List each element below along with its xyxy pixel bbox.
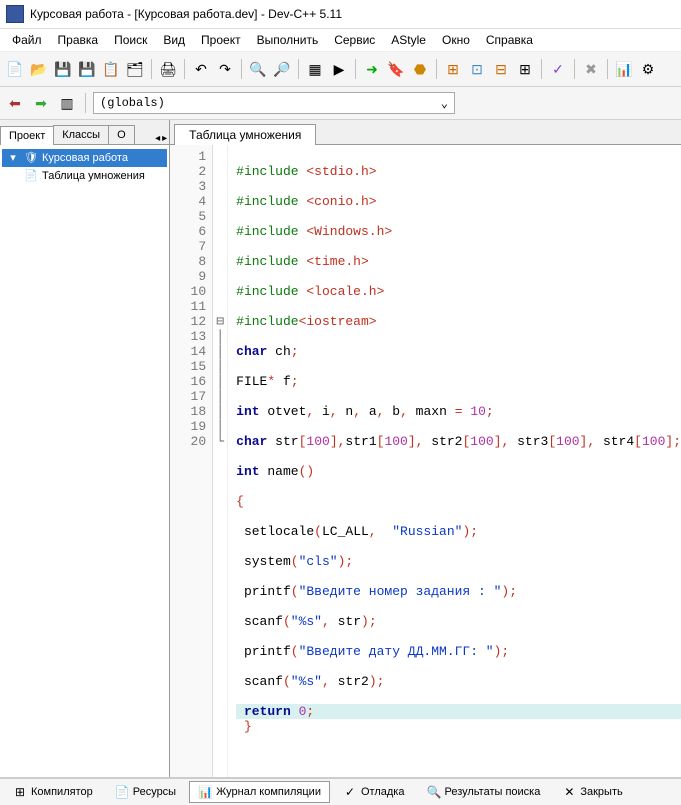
menu-bar: Файл Правка Поиск Вид Проект Выполнить С… [0, 29, 681, 52]
code-editor[interactable]: 1234567891011121314151617181920 ⊟│││││││… [170, 145, 681, 777]
grid-icon: ⊞ [13, 785, 27, 799]
bookmark-icon[interactable]: 🔖 [385, 58, 407, 80]
editor-area: Таблица умножения 1234567891011121314151… [170, 120, 681, 777]
tree-child-label: Таблица умножения [42, 170, 145, 182]
bottom-tab-compile-log[interactable]: 📊Журнал компиляции [189, 781, 330, 803]
find-icon: 🔍 [426, 785, 440, 799]
globals-dropdown[interactable]: (globals) ⌄ [93, 92, 455, 114]
toolbar-main: 📄 📂 💾 💾 📋 🗂 🖨 ↶ ↷ 🔍 🔎 ▦ ▶ ➜ 🔖 ⬣ ⊞ ⊡ ⊟ ⊞ … [0, 52, 681, 87]
toolbar-sub: ⬅ ➡ ▥ (globals) ⌄ [0, 87, 681, 120]
menu-view[interactable]: Вид [155, 31, 193, 49]
gear-icon[interactable]: ⚙ [637, 58, 659, 80]
bottom-tabs: ⊞Компилятор 📄Ресурсы 📊Журнал компиляции … [0, 777, 681, 805]
sidebar-tab-project[interactable]: Проект [0, 126, 54, 145]
chart-icon: 📊 [198, 785, 212, 799]
project-tree: ▾ 🛡 Курсовая работа 📄 Таблица умножения [0, 145, 169, 777]
new-file-icon[interactable]: 📄 [4, 58, 26, 80]
forward-icon[interactable]: ➡ [30, 92, 52, 114]
tab-right-icon[interactable]: ▸ [162, 133, 167, 144]
print-icon[interactable]: 🖨 [157, 58, 179, 80]
grid1-icon[interactable]: ⊞ [442, 58, 464, 80]
editor-tab[interactable]: Таблица умножения [174, 124, 316, 145]
replace-icon[interactable]: 🔎 [271, 58, 293, 80]
window-title: Курсовая работа - [Курсовая работа.dev] … [30, 7, 342, 21]
menu-project[interactable]: Проект [193, 31, 249, 49]
chevron-down-icon: ⌄ [441, 96, 448, 111]
menu-help[interactable]: Справка [478, 31, 541, 49]
file-icon: 📄 [24, 169, 38, 183]
save-all-icon[interactable]: 💾 [76, 58, 98, 80]
sidebar-tabs: Проект Классы О ◂ ▸ [0, 120, 169, 145]
run-icon[interactable]: ▶ [328, 58, 350, 80]
globals-label: (globals) [100, 96, 165, 110]
bottom-tab-search-results[interactable]: 🔍Результаты поиска [417, 781, 549, 803]
sidebar-tab-classes[interactable]: Классы [53, 125, 109, 144]
compile-icon[interactable]: ▦ [304, 58, 326, 80]
project-icon: 🛡 [24, 151, 38, 165]
menu-window[interactable]: Окно [434, 31, 478, 49]
fold-icon[interactable]: ⊟ [213, 314, 227, 329]
menu-tools[interactable]: Сервис [326, 31, 383, 49]
menu-search[interactable]: Поиск [106, 31, 155, 49]
tree-root[interactable]: ▾ 🛡 Курсовая работа [2, 149, 167, 167]
chart-icon[interactable]: 📊 [613, 58, 635, 80]
open-icon[interactable]: 📂 [28, 58, 50, 80]
back-icon[interactable]: ⬅ [4, 92, 26, 114]
expand-icon: ▾ [6, 151, 20, 165]
menu-run[interactable]: Выполнить [249, 31, 327, 49]
title-bar: Курсовая работа - [Курсовая работа.dev] … [0, 0, 681, 29]
close-icon: ✕ [562, 785, 576, 799]
bottom-tab-compiler[interactable]: ⊞Компилятор [4, 781, 102, 803]
close-icon[interactable]: 🗂 [124, 58, 146, 80]
app-icon [6, 5, 24, 23]
find-icon[interactable]: 🔍 [247, 58, 269, 80]
sidebar: Проект Классы О ◂ ▸ ▾ 🛡 Курсовая работа … [0, 120, 170, 777]
save-icon[interactable]: 💾 [52, 58, 74, 80]
goto-icon[interactable]: ⬣ [409, 58, 431, 80]
check-icon[interactable]: ✓ [547, 58, 569, 80]
check-icon: ✓ [343, 785, 357, 799]
menu-file[interactable]: Файл [4, 31, 50, 49]
grid2-icon[interactable]: ⊡ [466, 58, 488, 80]
cancel-icon[interactable]: ✖ [580, 58, 602, 80]
bottom-tab-close[interactable]: ✕Закрыть [553, 781, 631, 803]
menu-astyle[interactable]: AStyle [383, 31, 434, 49]
bottom-tab-debug[interactable]: ✓Отладка [334, 781, 413, 803]
grid3-icon[interactable]: ⊟ [490, 58, 512, 80]
menu-edit[interactable]: Правка [50, 31, 107, 49]
insert-icon[interactable]: ➜ [361, 58, 383, 80]
undo-icon[interactable]: ↶ [190, 58, 212, 80]
tree-root-label: Курсовая работа [42, 152, 128, 164]
tab-left-icon[interactable]: ◂ [155, 133, 160, 144]
redo-icon[interactable]: ↷ [214, 58, 236, 80]
page-icon: 📄 [115, 785, 129, 799]
save-as-icon[interactable]: 📋 [100, 58, 122, 80]
code-content[interactable]: #include <stdio.h> #include <conio.h> #i… [228, 145, 681, 777]
line-gutter: 1234567891011121314151617181920 [170, 145, 213, 777]
sidebar-tab-debug[interactable]: О [108, 125, 135, 144]
grid4-icon[interactable]: ⊞ [514, 58, 536, 80]
bottom-tab-resources[interactable]: 📄Ресурсы [106, 781, 185, 803]
members-icon[interactable]: ▥ [56, 92, 78, 114]
tree-child[interactable]: 📄 Таблица умножения [2, 167, 167, 185]
fold-column: ⊟│││││││└ [213, 145, 228, 777]
